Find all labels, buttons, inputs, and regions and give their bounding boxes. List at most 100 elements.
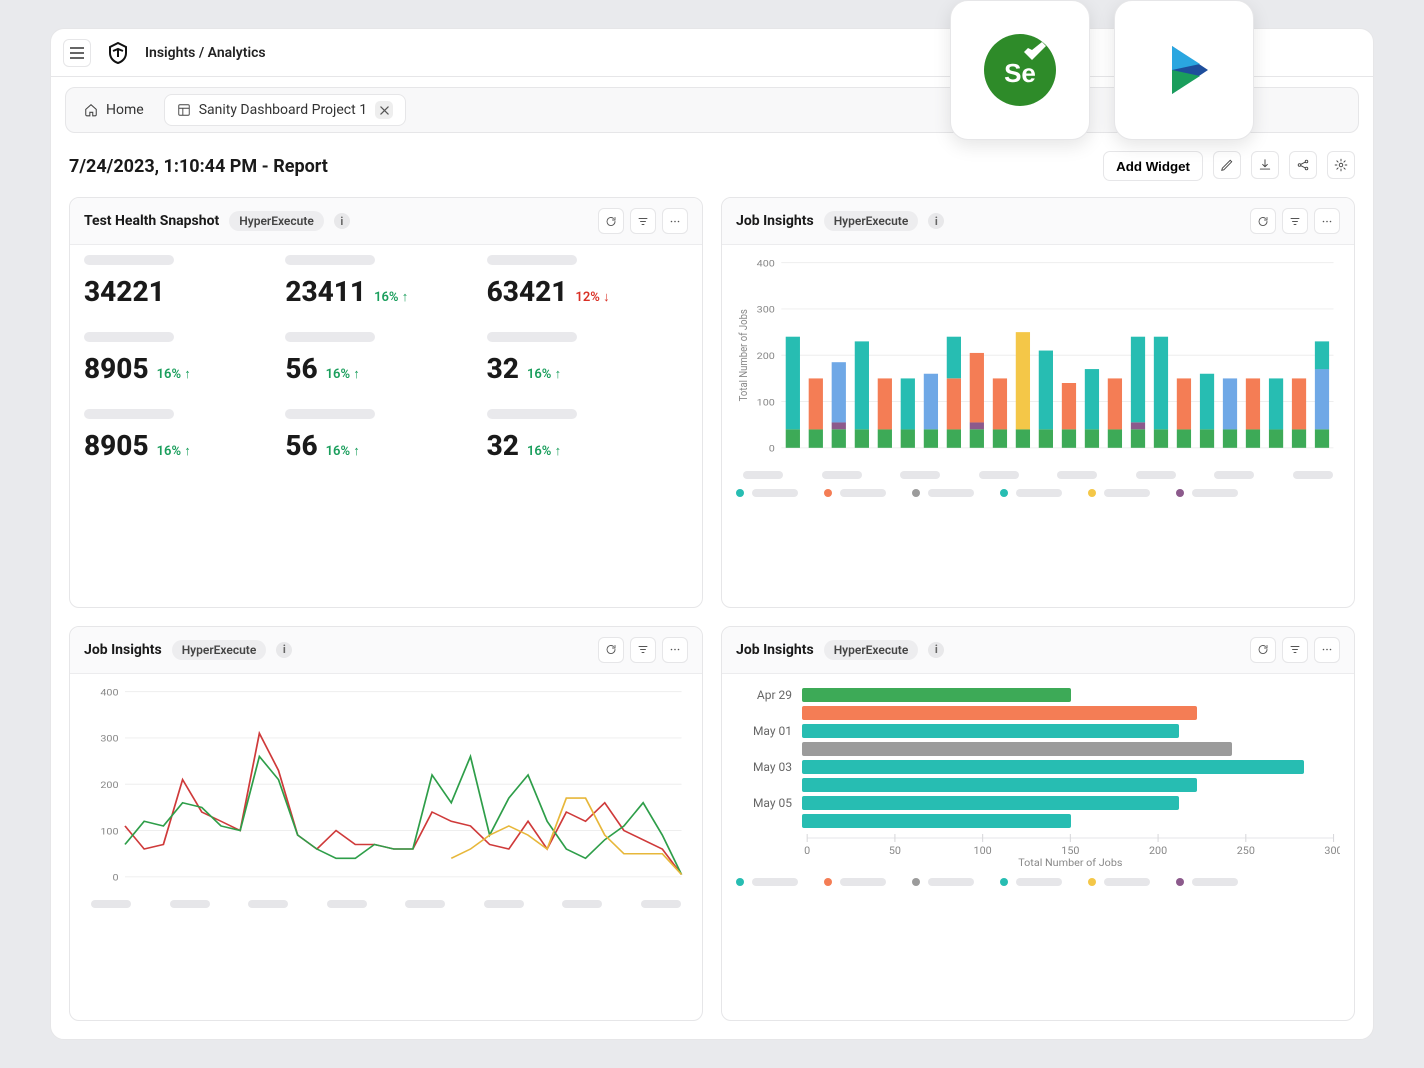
kpi-item: 2341116% ↑ [285, 255, 486, 308]
home-icon [84, 103, 98, 117]
settings-button[interactable] [1327, 151, 1355, 179]
more-button[interactable] [662, 208, 688, 234]
hbar-axis: 0 50 100 150 200 250 300 Total Number of Jobs [736, 832, 1340, 868]
legend-item [1176, 878, 1238, 886]
share-button[interactable] [1289, 151, 1317, 179]
refresh-button[interactable] [1250, 637, 1276, 663]
kpi-value: 23411 [285, 275, 366, 308]
tab-close-button[interactable] [375, 101, 393, 119]
filter-button[interactable] [630, 208, 656, 234]
more-icon [669, 643, 681, 656]
kpi-item: 890516% ↑ [84, 409, 285, 462]
pencil-icon [1220, 158, 1234, 172]
svg-text:150: 150 [1061, 844, 1079, 856]
kpi-delta: 16% ↑ [326, 367, 360, 382]
stacked-bar-chart: 0100200300400Total Number of Jobs [736, 255, 1340, 465]
legend-item [912, 878, 974, 886]
more-button[interactable] [662, 637, 688, 663]
info-icon[interactable]: i [276, 642, 292, 658]
filter-button[interactable] [1282, 637, 1308, 663]
svg-text:300: 300 [1324, 844, 1340, 856]
legend-item [1088, 878, 1150, 886]
svg-text:Total Number of Jobs: Total Number of Jobs [1018, 856, 1122, 868]
more-icon [1321, 215, 1333, 228]
hbar-label: May 01 [736, 724, 792, 738]
svg-text:400: 400 [757, 259, 775, 269]
hbar-label [736, 778, 792, 792]
panel-jil-badge: HyperExecute [172, 640, 267, 660]
download-button[interactable] [1251, 151, 1279, 179]
svg-text:Total Number of Jobs: Total Number of Jobs [737, 309, 750, 401]
info-icon[interactable]: i [928, 642, 944, 658]
menu-button[interactable] [63, 39, 91, 67]
tab-home[interactable]: Home [72, 96, 156, 124]
info-icon[interactable]: i [334, 213, 350, 229]
svg-text:0: 0 [804, 844, 810, 856]
svg-text:300: 300 [757, 305, 775, 315]
panel-job-insights-bar: Job Insights HyperExecute i 010020030040… [721, 197, 1355, 608]
hbar-row [736, 742, 1340, 756]
kpi-item: 34221 [84, 255, 285, 308]
gear-icon [1334, 158, 1348, 172]
more-icon [669, 215, 681, 228]
legend-item [912, 489, 974, 497]
svg-text:50: 50 [889, 844, 901, 856]
kpi-item: 890516% ↑ [84, 332, 285, 385]
legend-item [1000, 489, 1062, 497]
kpi-value: 32 [487, 352, 519, 385]
kpi-value: 8905 [84, 429, 149, 462]
kpi-value: 63421 [487, 275, 568, 308]
panel-jih-badge: HyperExecute [824, 640, 919, 660]
svg-text:200: 200 [1149, 844, 1167, 856]
panel-job-insights-line: Job Insights HyperExecute i 010020030040… [69, 626, 703, 1022]
refresh-button[interactable] [1250, 208, 1276, 234]
panel-jib-badge: HyperExecute [824, 211, 919, 231]
more-button[interactable] [1314, 208, 1340, 234]
panel-test-health-title: Test Health Snapshot [84, 213, 219, 229]
panel-jil-title: Job Insights [84, 642, 162, 658]
filter-button[interactable] [1282, 208, 1308, 234]
svg-text:200: 200 [757, 352, 775, 362]
hbar-chart: Apr 29May 01May 03May 05 [736, 688, 1340, 828]
hbar-row: Apr 29 [736, 688, 1340, 702]
hbar-label: May 03 [736, 760, 792, 774]
hbar-label: Apr 29 [736, 688, 792, 702]
kpi-item: 32 16% ↑ [487, 332, 688, 385]
hamburger-icon [70, 47, 84, 59]
kpi-delta: 16% ↑ [527, 367, 561, 382]
line-chart: 0100200300400 [84, 684, 688, 894]
kpi-value: 56 [285, 352, 317, 385]
filter-icon [637, 215, 649, 228]
refresh-icon [605, 215, 617, 228]
svg-text:250: 250 [1237, 844, 1255, 856]
kpi-delta: 12% ↓ [575, 290, 609, 305]
info-icon[interactable]: i [928, 213, 944, 229]
hbar-row [736, 706, 1340, 720]
refresh-button[interactable] [598, 637, 624, 663]
play-logo-icon [1142, 28, 1226, 112]
tab-dashboard-label: Sanity Dashboard Project 1 [199, 102, 367, 118]
brand-logo [105, 40, 131, 66]
filter-icon [637, 643, 649, 656]
tab-dashboard[interactable]: Sanity Dashboard Project 1 [164, 94, 406, 126]
kpi-delta: 16% ↑ [326, 444, 360, 459]
legend-item [824, 878, 886, 886]
refresh-button[interactable] [598, 208, 624, 234]
legend-item [824, 489, 886, 497]
badge-selenium: Se [950, 0, 1090, 140]
x-skeleton [736, 471, 1340, 479]
kpi-item: 3216% ↑ [487, 409, 688, 462]
legend-item [1176, 489, 1238, 497]
refresh-icon [1257, 215, 1269, 228]
svg-text:100: 100 [974, 844, 992, 856]
panel-jih-title: Job Insights [736, 642, 814, 658]
more-button[interactable] [1314, 637, 1340, 663]
edit-button[interactable] [1213, 151, 1241, 179]
svg-text:100: 100 [757, 398, 775, 408]
filter-button[interactable] [630, 637, 656, 663]
panel-test-health-badge: HyperExecute [229, 211, 324, 231]
filter-icon [1289, 215, 1301, 228]
add-widget-button[interactable]: Add Widget [1103, 151, 1203, 181]
kpi-delta: 16% ↑ [527, 444, 561, 459]
kpi-item: 5616% ↑ [285, 409, 486, 462]
